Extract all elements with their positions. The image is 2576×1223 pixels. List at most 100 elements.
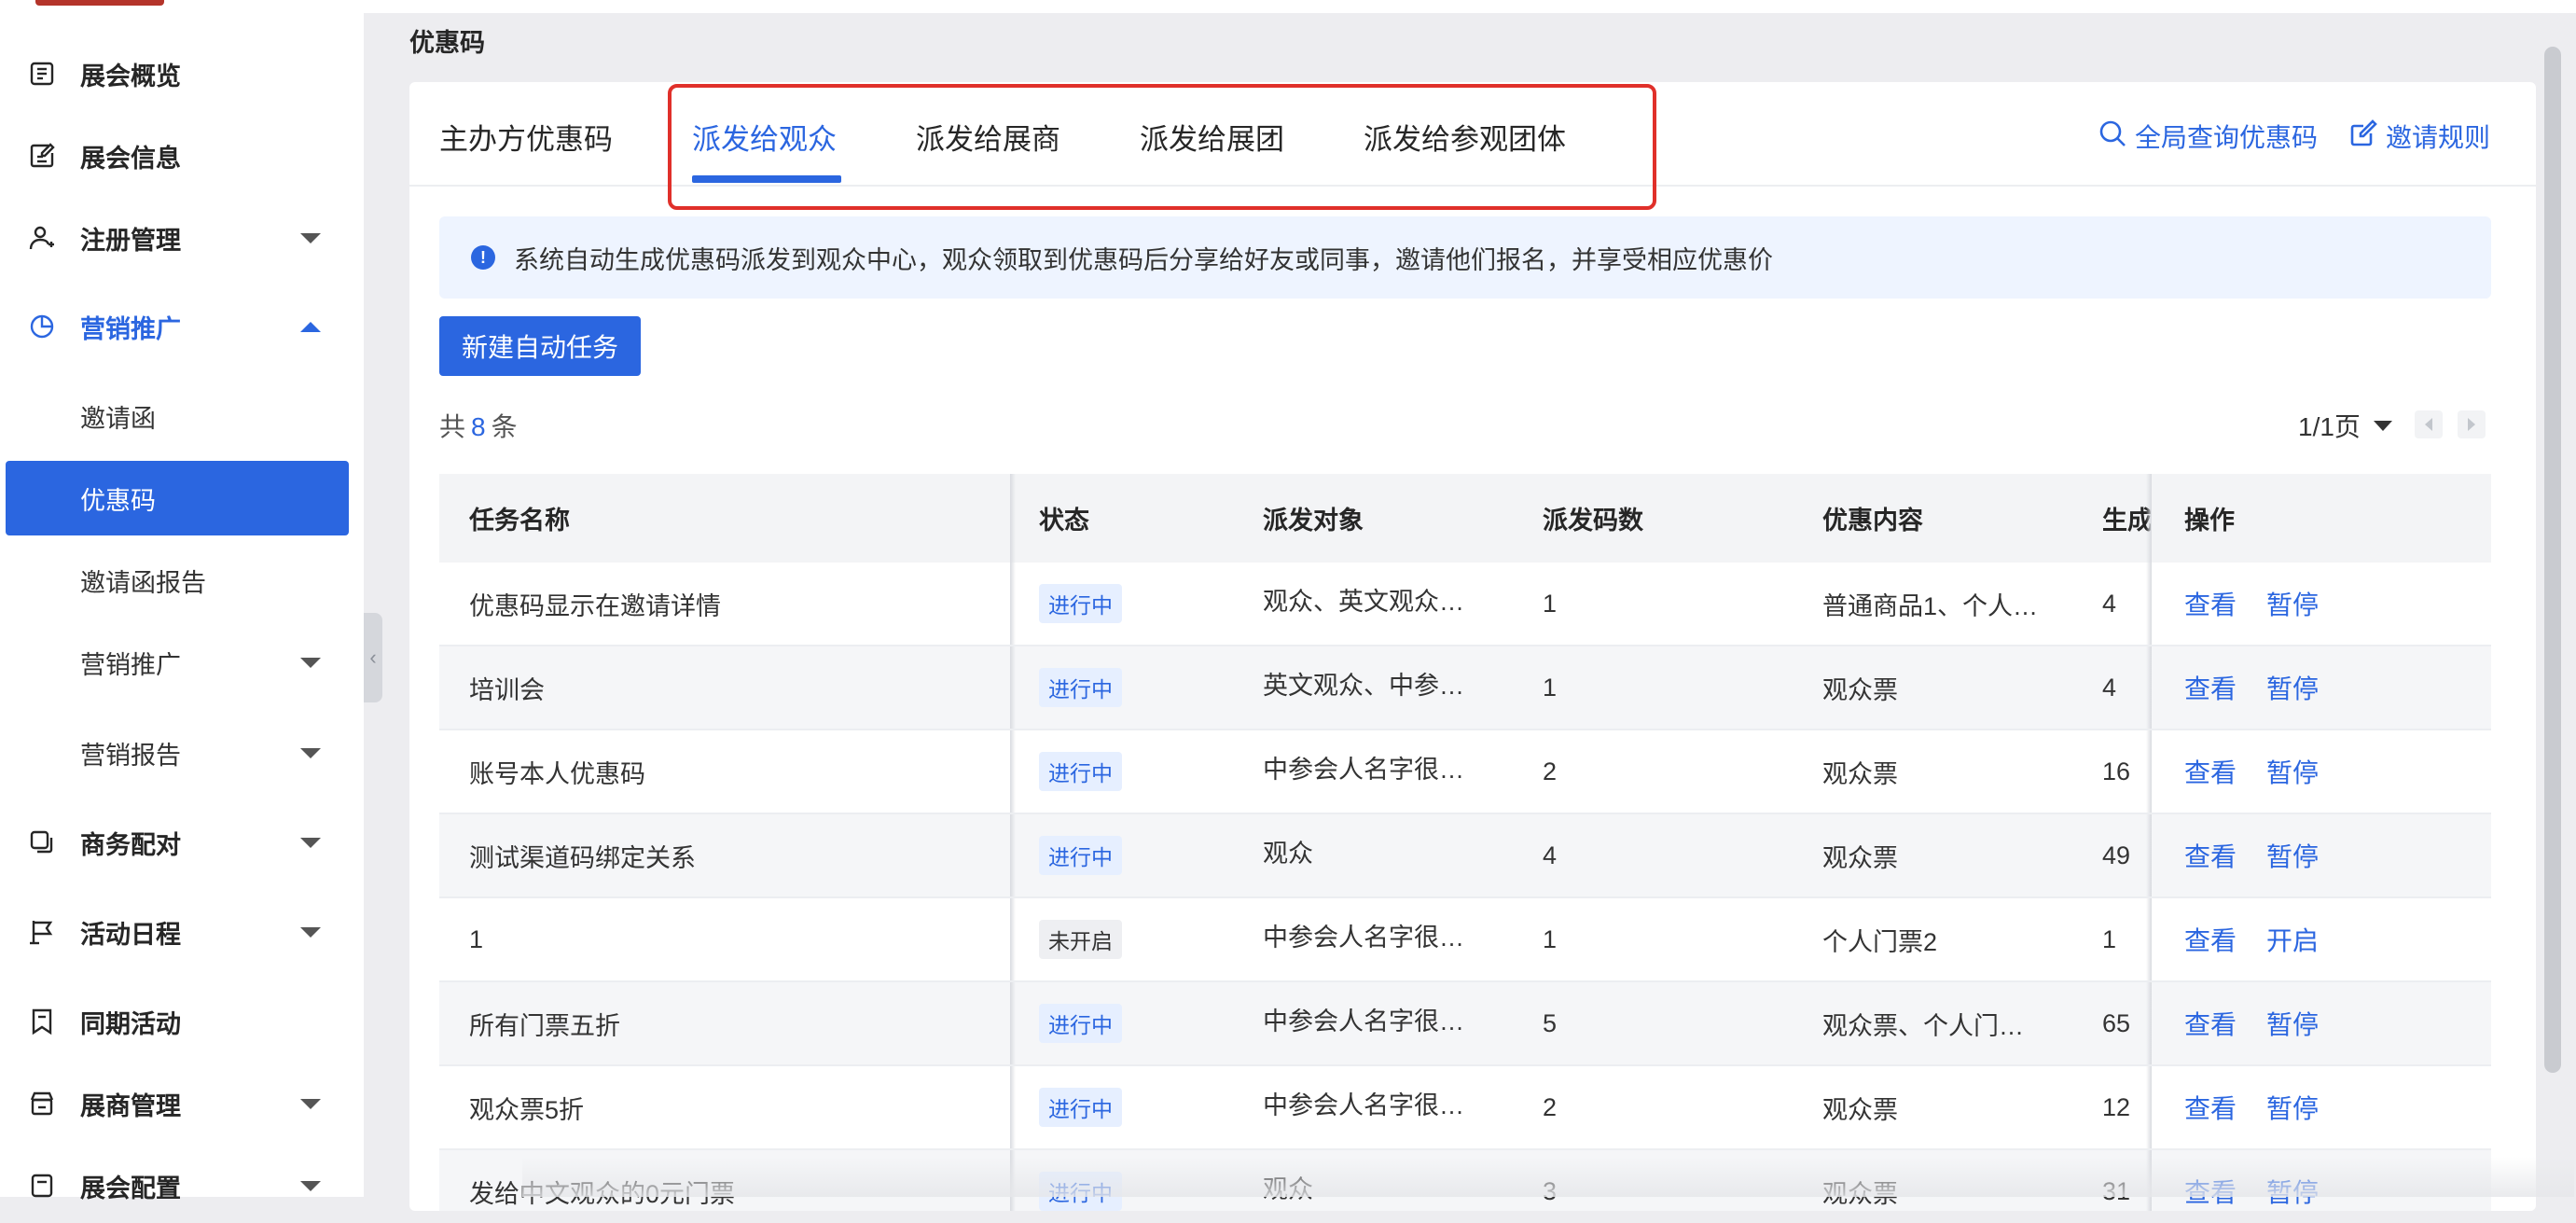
fixed-column-shadow — [2146, 982, 2152, 1064]
col-target: 派发对象 — [1263, 507, 1364, 535]
code-count: 4 — [1543, 841, 1558, 869]
fixed-column-shadow — [1010, 563, 1016, 645]
page-title: 优惠码 — [409, 29, 485, 57]
task-name: 账号本人优惠码 — [469, 759, 645, 788]
task-name: 测试渠道码绑定关系 — [469, 843, 696, 872]
table-row: 1 未开启 中参会人名字很… 1 个人门票2 1 查看 开启 — [439, 898, 2491, 982]
col-code-count: 派发码数 — [1543, 507, 1643, 535]
sidebar-item-concurrent-events[interactable]: 同期活动 — [0, 984, 364, 1059]
target-cell: 中参会人名字很… — [1263, 1091, 1464, 1119]
table-row: 测试渠道码绑定关系 进行中 观众 4 观众票 49 查看 暂停 — [439, 814, 2491, 898]
sidebar-item-marketing[interactable]: 营销推广 — [0, 289, 364, 364]
view-link-label: 查看 — [2184, 674, 2237, 703]
status-badge: 未开启 — [1039, 920, 1122, 959]
code-count: 2 — [1543, 757, 1558, 785]
task-name: 观众票5折 — [469, 1095, 585, 1124]
total-number: 8 — [471, 412, 486, 441]
page-selector[interactable]: 1/1页 — [2298, 407, 2392, 444]
sidebar-item-overview[interactable]: 展会概览 — [0, 36, 364, 111]
store-icon — [26, 1088, 58, 1119]
discount-content: 观众票 — [1822, 1095, 1898, 1124]
tab-organizer-coupons[interactable]: 主办方优惠码 — [439, 116, 613, 158]
view-link[interactable]: 查看 — [2184, 814, 2240, 896]
fixed-column-shadow — [2146, 814, 2152, 896]
code-count: 5 — [1543, 1008, 1558, 1037]
task-table: 任务名称 状态 派发对象 派发码数 优惠内容 生成 操作 优惠码显示在邀请详情 … — [439, 474, 2491, 1211]
sidebar-item-label: 商务配对 — [80, 830, 181, 859]
total-suffix: 条 — [491, 412, 518, 441]
sidebar-item-exhibitors[interactable]: 展商管理 — [0, 1066, 364, 1141]
tab-highlight-box — [668, 84, 1656, 210]
discount-content: 观众票 — [1822, 759, 1898, 788]
view-link[interactable]: 查看 — [2184, 730, 2240, 813]
total-prefix: 共 — [439, 412, 466, 441]
task-name: 培训会 — [469, 675, 545, 704]
generated-count: 65 — [2102, 1008, 2131, 1037]
view-link-label: 查看 — [2184, 926, 2237, 955]
view-link[interactable]: 查看 — [2184, 646, 2240, 729]
generated-count: 49 — [2102, 841, 2131, 869]
fixed-column-shadow — [1010, 1066, 1016, 1148]
discount-content: 观众票 — [1822, 675, 1898, 704]
invite-rules-link[interactable]: 邀请规则 — [2348, 118, 2490, 155]
toggle-link[interactable]: 暂停 — [2266, 814, 2341, 896]
sidebar-item-invitation-report[interactable]: 邀请函报告 — [0, 543, 364, 618]
sidebar-item-label: 优惠码 — [80, 486, 156, 515]
global-search-link[interactable]: 全局查询优惠码 — [2098, 118, 2318, 155]
sidebar-item-label: 营销报告 — [80, 741, 181, 770]
view-link-label: 查看 — [2184, 842, 2237, 871]
table-row: 优惠码显示在邀请详情 进行中 观众、英文观众… 1 普通商品1、个人… 4 查看… — [439, 563, 2491, 646]
status-cell: 进行中 — [1039, 1066, 1226, 1148]
toggle-link[interactable]: 暂停 — [2266, 563, 2341, 645]
view-link[interactable]: 查看 — [2184, 563, 2240, 645]
page-label: 1/1页 — [2298, 412, 2361, 441]
sidebar-item-label: 同期活动 — [80, 1009, 181, 1038]
sidebar-item-marketing-sub[interactable]: 营销推广 — [0, 625, 364, 700]
sidebar-item-invitation[interactable]: 邀请函 — [0, 379, 364, 453]
status-badge: 进行中 — [1039, 1088, 1122, 1127]
col-generated: 生成 — [2102, 507, 2151, 535]
caret-down-icon — [2373, 420, 2392, 431]
sidebar-item-info[interactable]: 展会信息 — [0, 118, 364, 193]
toggle-link[interactable]: 暂停 — [2266, 1066, 2341, 1148]
task-name: 所有门票五折 — [469, 1011, 620, 1040]
page-scrollbar[interactable] — [2544, 47, 2561, 1073]
toggle-link-label: 暂停 — [2266, 758, 2320, 787]
sidebar-item-registration[interactable]: 注册管理 — [0, 201, 364, 275]
table-row: 观众票5折 进行中 中参会人名字很… 2 观众票 12 查看 暂停 — [439, 1066, 2491, 1150]
code-count: 1 — [1543, 589, 1558, 618]
sidebar: 展会概览 展会信息 注册管理 营销推广 邀请函 优惠码 邀请函报告 营销推广 营… — [0, 13, 364, 1202]
sidebar-item-config[interactable]: 展会配置 — [0, 1148, 364, 1223]
global-search-label: 全局查询优惠码 — [2135, 123, 2319, 152]
target-cell: 观众、英文观众… — [1263, 588, 1464, 616]
toggle-link[interactable]: 暂停 — [2266, 982, 2341, 1064]
view-link-label: 查看 — [2184, 758, 2237, 787]
sidebar-item-label: 注册管理 — [80, 226, 181, 255]
new-auto-task-button[interactable]: 新建自动任务 — [439, 316, 641, 376]
sidebar-item-schedule[interactable]: 活动日程 — [0, 895, 364, 969]
toggle-link[interactable]: 开启 — [2266, 898, 2341, 980]
view-link[interactable]: 查看 — [2184, 982, 2240, 1064]
toggle-link-label: 暂停 — [2266, 1094, 2320, 1123]
sidebar-item-matchmaking[interactable]: 商务配对 — [0, 805, 364, 880]
sidebar-item-label: 展商管理 — [80, 1091, 181, 1120]
table-row: 账号本人优惠码 进行中 中参会人名字很… 2 观众票 16 查看 暂停 — [439, 730, 2491, 814]
sidebar-item-label: 邀请函 — [80, 404, 156, 433]
prev-page-button[interactable] — [2415, 410, 2443, 438]
toggle-link[interactable]: 暂停 — [2266, 730, 2341, 813]
sidebar-item-coupon[interactable]: 优惠码 — [6, 461, 349, 535]
search-icon — [2098, 118, 2127, 155]
sidebar-item-label: 营销推广 — [80, 650, 181, 679]
table-row: 培训会 进行中 英文观众、中参… 1 观众票 4 查看 暂停 — [439, 646, 2491, 730]
col-task-name: 任务名称 — [469, 507, 570, 535]
sidebar-collapse-handle[interactable]: ‹ — [364, 613, 382, 702]
sidebar-item-label: 展会概览 — [80, 62, 181, 90]
sidebar-item-marketing-report[interactable]: 营销报告 — [0, 716, 364, 790]
toggle-link[interactable]: 暂停 — [2266, 646, 2341, 729]
code-count: 2 — [1543, 1092, 1558, 1121]
view-link[interactable]: 查看 — [2184, 1066, 2240, 1148]
next-page-button[interactable] — [2458, 410, 2486, 438]
generated-count: 16 — [2102, 757, 2131, 785]
view-link[interactable]: 查看 — [2184, 898, 2240, 980]
user-add-icon — [26, 222, 58, 254]
